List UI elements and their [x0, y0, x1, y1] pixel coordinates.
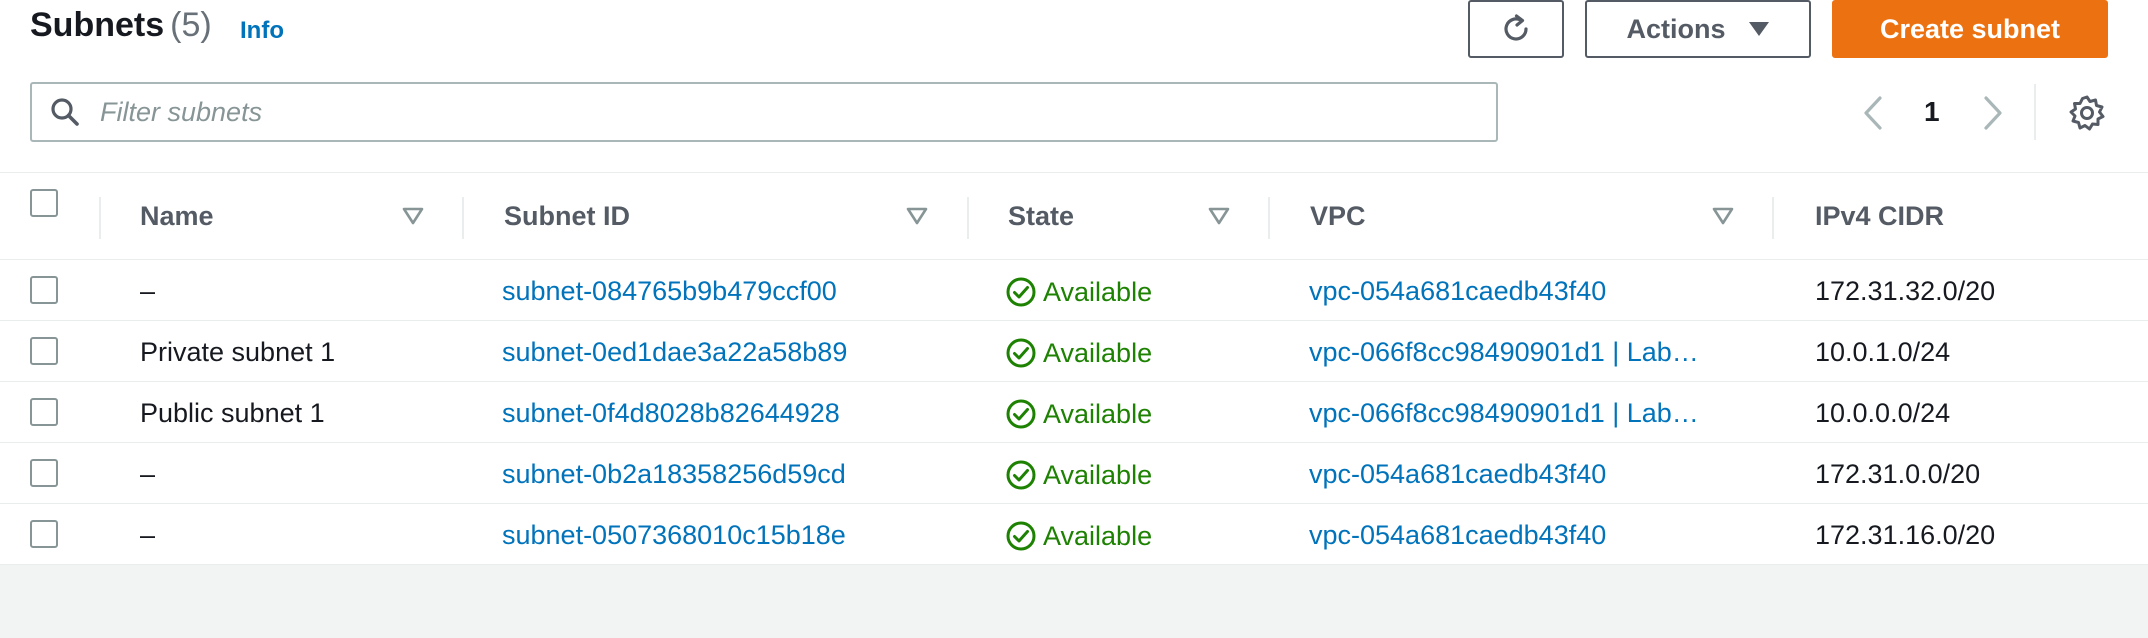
table-row[interactable]: – subnet-0507368010c15b18e Available vpc… [0, 504, 2148, 565]
sort-caret-icon[interactable] [402, 207, 424, 225]
cell-state: Available [1005, 520, 1152, 552]
cell-state: Available [1005, 276, 1152, 308]
cell-name: – [140, 520, 156, 550]
subnets-table: Name Subnet ID State VPC IPv4 CIDR – sub… [0, 172, 2148, 565]
check-circle-icon [1006, 460, 1036, 490]
table-row[interactable]: Private subnet 1 subnet-0ed1dae3a22a58b8… [0, 321, 2148, 382]
page-title-text: Subnets [30, 6, 165, 44]
column-header-vpc[interactable]: VPC [1310, 201, 1366, 232]
table-row[interactable]: – subnet-084765b9b479ccf00 Available vpc… [0, 260, 2148, 321]
cell-vpc-link[interactable]: vpc-066f8cc98490901d1 | Lab… [1309, 398, 1699, 429]
chevron-right-icon[interactable] [1978, 92, 2008, 134]
select-all-checkbox[interactable] [30, 189, 58, 217]
state-label: Available [1043, 459, 1153, 490]
table-row[interactable]: – subnet-0b2a18358256d59cd Available vpc… [0, 443, 2148, 504]
row-checkbox[interactable] [30, 520, 58, 548]
cell-state: Available [1005, 398, 1152, 430]
cell-vpc-link[interactable]: vpc-066f8cc98490901d1 | Lab… [1309, 337, 1699, 368]
sort-caret-icon[interactable] [906, 207, 928, 225]
cell-subnet-id-link[interactable]: subnet-0b2a18358256d59cd [502, 459, 846, 490]
column-divider [1772, 197, 1774, 239]
column-divider [99, 197, 101, 239]
cell-state: Available [1005, 459, 1152, 491]
row-checkbox[interactable] [30, 276, 58, 304]
state-label: Available [1043, 520, 1153, 551]
actions-dropdown-button[interactable]: Actions [1585, 0, 1811, 58]
subnets-panel: Subnets(5) Info Actions Create subnet 1 [0, 0, 2148, 565]
cell-ipv4-cidr: 172.31.16.0/20 [1815, 520, 1996, 550]
check-circle-icon [1006, 277, 1036, 307]
refresh-button[interactable] [1468, 0, 1564, 58]
row-checkbox[interactable] [30, 337, 58, 365]
cell-vpc-link[interactable]: vpc-054a681caedb43f40 [1309, 276, 1606, 307]
state-label: Available [1043, 276, 1153, 307]
cell-ipv4-cidr: 172.31.0.0/20 [1815, 459, 1981, 489]
sort-caret-icon[interactable] [1712, 207, 1734, 225]
cell-subnet-id-link[interactable]: subnet-084765b9b479ccf00 [502, 276, 837, 307]
column-header-name[interactable]: Name [140, 201, 214, 232]
column-header-ipv4-cidr[interactable]: IPv4 CIDR [1815, 201, 1944, 232]
chevron-left-icon[interactable] [1858, 92, 1888, 134]
search-icon [51, 98, 79, 126]
column-divider [462, 197, 464, 239]
filter-search-box[interactable] [30, 82, 1498, 142]
column-header-state[interactable]: State [1008, 201, 1074, 232]
page-title: Subnets (5) [30, 6, 212, 45]
state-label: Available [1043, 398, 1153, 429]
cell-ipv4-cidr: 10.0.0.0/24 [1815, 398, 1951, 428]
filter-subnets-input[interactable] [100, 92, 1480, 132]
check-circle-icon [1006, 338, 1036, 368]
subnet-count: (5) [170, 6, 212, 44]
cell-name: – [140, 276, 156, 306]
caret-down-icon [1748, 22, 1769, 36]
column-divider [1268, 197, 1270, 239]
column-divider [967, 197, 969, 239]
row-checkbox[interactable] [30, 398, 58, 426]
actions-label: Actions [1626, 13, 1726, 44]
current-page-number[interactable]: 1 [1924, 96, 1940, 128]
cell-vpc-link[interactable]: vpc-054a681caedb43f40 [1309, 520, 1606, 551]
column-header-subnet-id[interactable]: Subnet ID [504, 201, 630, 232]
cell-subnet-id-link[interactable]: subnet-0ed1dae3a22a58b89 [502, 337, 847, 368]
gear-icon[interactable] [2068, 94, 2106, 132]
check-circle-icon [1006, 521, 1036, 551]
cell-vpc-link[interactable]: vpc-054a681caedb43f40 [1309, 459, 1606, 490]
refresh-icon [1504, 14, 1528, 41]
table-header-row: Name Subnet ID State VPC IPv4 CIDR [0, 172, 2148, 260]
cell-subnet-id-link[interactable]: subnet-0507368010c15b18e [502, 520, 846, 551]
cell-name: – [140, 459, 156, 489]
info-link[interactable]: Info [240, 17, 284, 45]
cell-ipv4-cidr: 172.31.32.0/20 [1815, 276, 1996, 306]
cell-name: Public subnet 1 [140, 398, 325, 428]
state-label: Available [1043, 337, 1153, 368]
sort-caret-icon[interactable] [1208, 207, 1230, 225]
cell-subnet-id-link[interactable]: subnet-0f4d8028b82644928 [502, 398, 840, 429]
check-circle-icon [1006, 399, 1036, 429]
toolbar-divider [2034, 84, 2036, 140]
row-checkbox[interactable] [30, 459, 58, 487]
cell-state: Available [1005, 337, 1152, 369]
cell-name: Private subnet 1 [140, 337, 336, 367]
create-subnet-button[interactable]: Create subnet [1832, 0, 2108, 58]
cell-ipv4-cidr: 10.0.1.0/24 [1815, 337, 1951, 367]
table-row[interactable]: Public subnet 1 subnet-0f4d8028b82644928… [0, 382, 2148, 443]
